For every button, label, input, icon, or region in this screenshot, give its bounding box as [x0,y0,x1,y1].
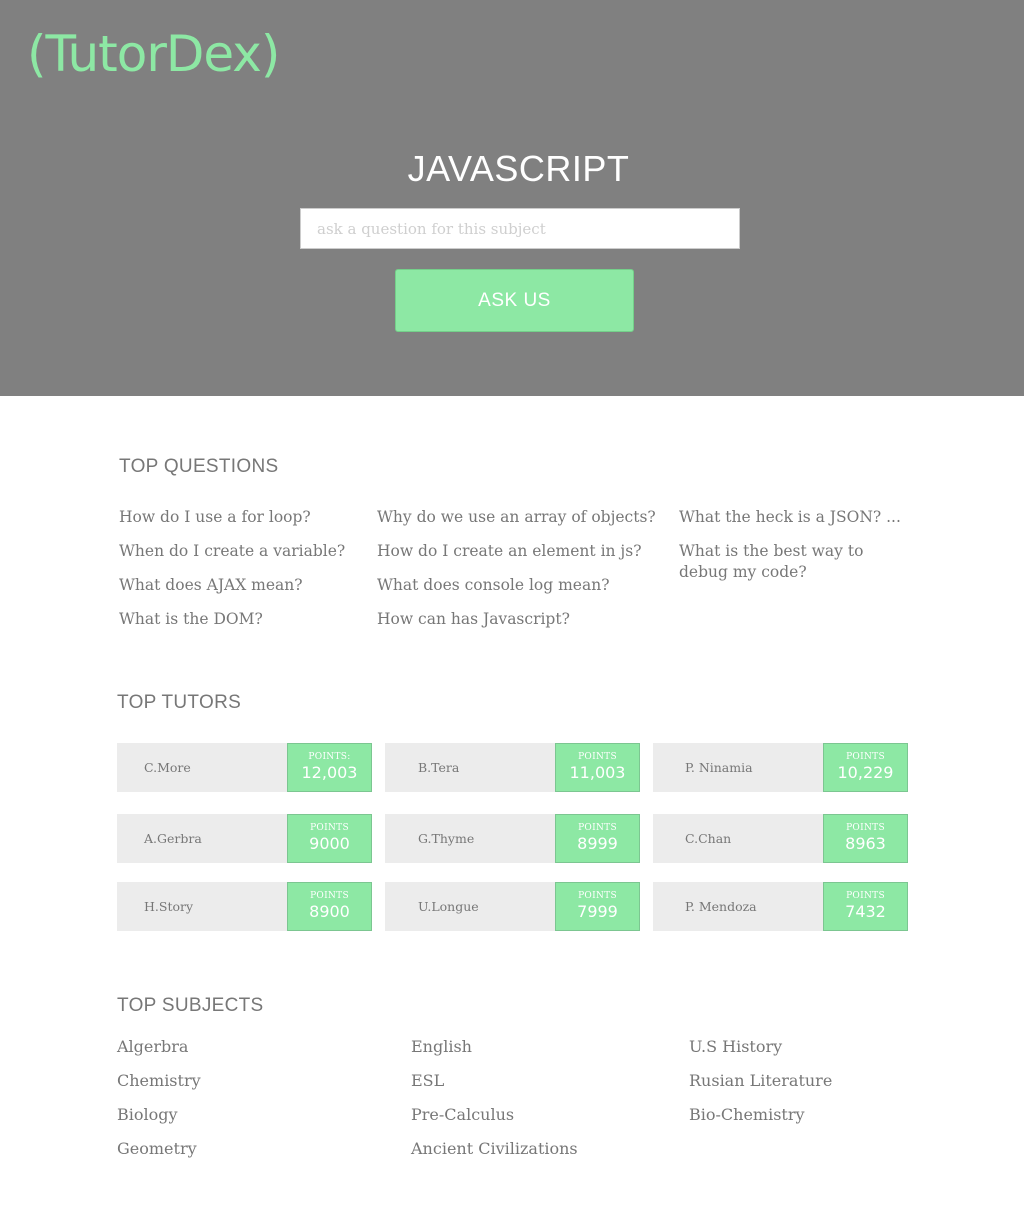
subject-link[interactable]: Ancient Civilizations [411,1138,578,1160]
tutor-card[interactable]: B.Tera POINTS 11,003 [385,743,640,792]
top-questions-heading: TOP QUESTIONS [119,456,279,477]
question-link[interactable]: What the heck is a JSON? ... [679,507,911,528]
points-value: 8900 [309,902,350,921]
hero-header: (TutorDex) JAVASCRIPT ASK US [0,0,1024,396]
ask-us-button[interactable]: ASK US [395,269,634,332]
tutor-name: C.Chan [685,831,732,846]
tutor-card[interactable]: P. Ninamia POINTS 10,229 [653,743,908,792]
question-link[interactable]: What is the best way to debug my code? [679,541,911,583]
subject-link[interactable]: Chemistry [117,1070,201,1092]
tutor-points-badge: POINTS: 12,003 [287,743,372,792]
points-label: POINTS [578,752,617,762]
points-value: 11,003 [569,763,626,782]
questions-column-2: Why do we use an array of objects? How d… [377,507,672,643]
subjects-column-2: English ESL Pre-Calculus Ancient Civiliz… [411,1036,578,1172]
subject-link[interactable]: Rusian Literature [689,1070,832,1092]
points-value: 9000 [309,834,350,853]
tutor-name: P. Mendoza [685,899,757,914]
tutor-card[interactable]: A.Gerbra POINTS 9000 [117,814,372,863]
subject-link[interactable]: Pre-Calculus [411,1104,578,1126]
points-value: 7432 [845,902,886,921]
points-value: 8999 [577,834,618,853]
question-link[interactable]: What is the DOM? [119,609,369,630]
subject-link[interactable]: Geometry [117,1138,201,1160]
question-link[interactable]: Why do we use an array of objects? [377,507,672,528]
points-value: 7999 [577,902,618,921]
points-label: POINTS [846,823,885,833]
site-logo[interactable]: (TutorDex) [27,22,280,86]
points-value: 8963 [845,834,886,853]
tutor-card[interactable]: G.Thyme POINTS 8999 [385,814,640,863]
tutor-card[interactable]: P. Mendoza POINTS 7432 [653,882,908,931]
tutor-points-badge: POINTS 10,229 [823,743,908,792]
subject-link[interactable]: ESL [411,1070,578,1092]
points-label: POINTS [578,823,617,833]
points-label: POINTS [846,752,885,762]
question-link[interactable]: How do I use a for loop? [119,507,369,528]
question-link[interactable]: What does AJAX mean? [119,575,369,596]
points-label: POINTS [578,891,617,901]
subject-link[interactable]: English [411,1036,578,1058]
points-label: POINTS [846,891,885,901]
points-label: POINTS [310,891,349,901]
subject-link[interactable]: Algerbra [117,1036,201,1058]
points-label: POINTS [310,823,349,833]
tutor-card[interactable]: U.Longue POINTS 7999 [385,882,640,931]
tutor-name: U.Longue [418,899,479,914]
tutor-name: G.Thyme [418,831,475,846]
tutor-name: P. Ninamia [685,760,753,775]
top-tutors-heading: TOP TUTORS [117,692,242,713]
subject-link[interactable]: Bio-Chemistry [689,1104,832,1126]
points-label: POINTS: [308,752,351,762]
tutor-points-badge: POINTS 8900 [287,882,372,931]
tutor-name: C.More [144,760,191,775]
question-link[interactable]: How do I create an element in js? [377,541,672,562]
tutor-card[interactable]: C.More POINTS: 12,003 [117,743,372,792]
question-link[interactable]: What does console log mean? [377,575,672,596]
tutor-points-badge: POINTS 8963 [823,814,908,863]
question-link[interactable]: How can has Javascript? [377,609,672,630]
tutor-points-badge: POINTS 7999 [555,882,640,931]
subject-title: JAVASCRIPT [407,148,630,189]
tutor-name: B.Tera [418,760,460,775]
questions-column-3: What the heck is a JSON? ... What is the… [679,507,911,596]
subjects-column-1: Algerbra Chemistry Biology Geometry [117,1036,201,1172]
tutor-name: A.Gerbra [144,831,202,846]
question-link[interactable]: When do I create a variable? [119,541,369,562]
tutor-points-badge: POINTS 8999 [555,814,640,863]
subject-link[interactable]: U.S History [689,1036,832,1058]
question-input[interactable] [300,208,740,249]
tutor-card[interactable]: C.Chan POINTS 8963 [653,814,908,863]
questions-column-1: How do I use a for loop? When do I creat… [119,507,369,643]
points-value: 10,229 [837,763,894,782]
top-subjects-heading: TOP SUBJECTS [117,995,264,1016]
points-value: 12,003 [301,763,358,782]
tutor-points-badge: POINTS 7432 [823,882,908,931]
tutor-points-badge: POINTS 11,003 [555,743,640,792]
subjects-column-3: U.S History Rusian Literature Bio-Chemis… [689,1036,832,1138]
tutor-name: H.Story [144,899,194,914]
subject-link[interactable]: Biology [117,1104,201,1126]
tutor-points-badge: POINTS 9000 [287,814,372,863]
tutor-card[interactable]: H.Story POINTS 8900 [117,882,372,931]
